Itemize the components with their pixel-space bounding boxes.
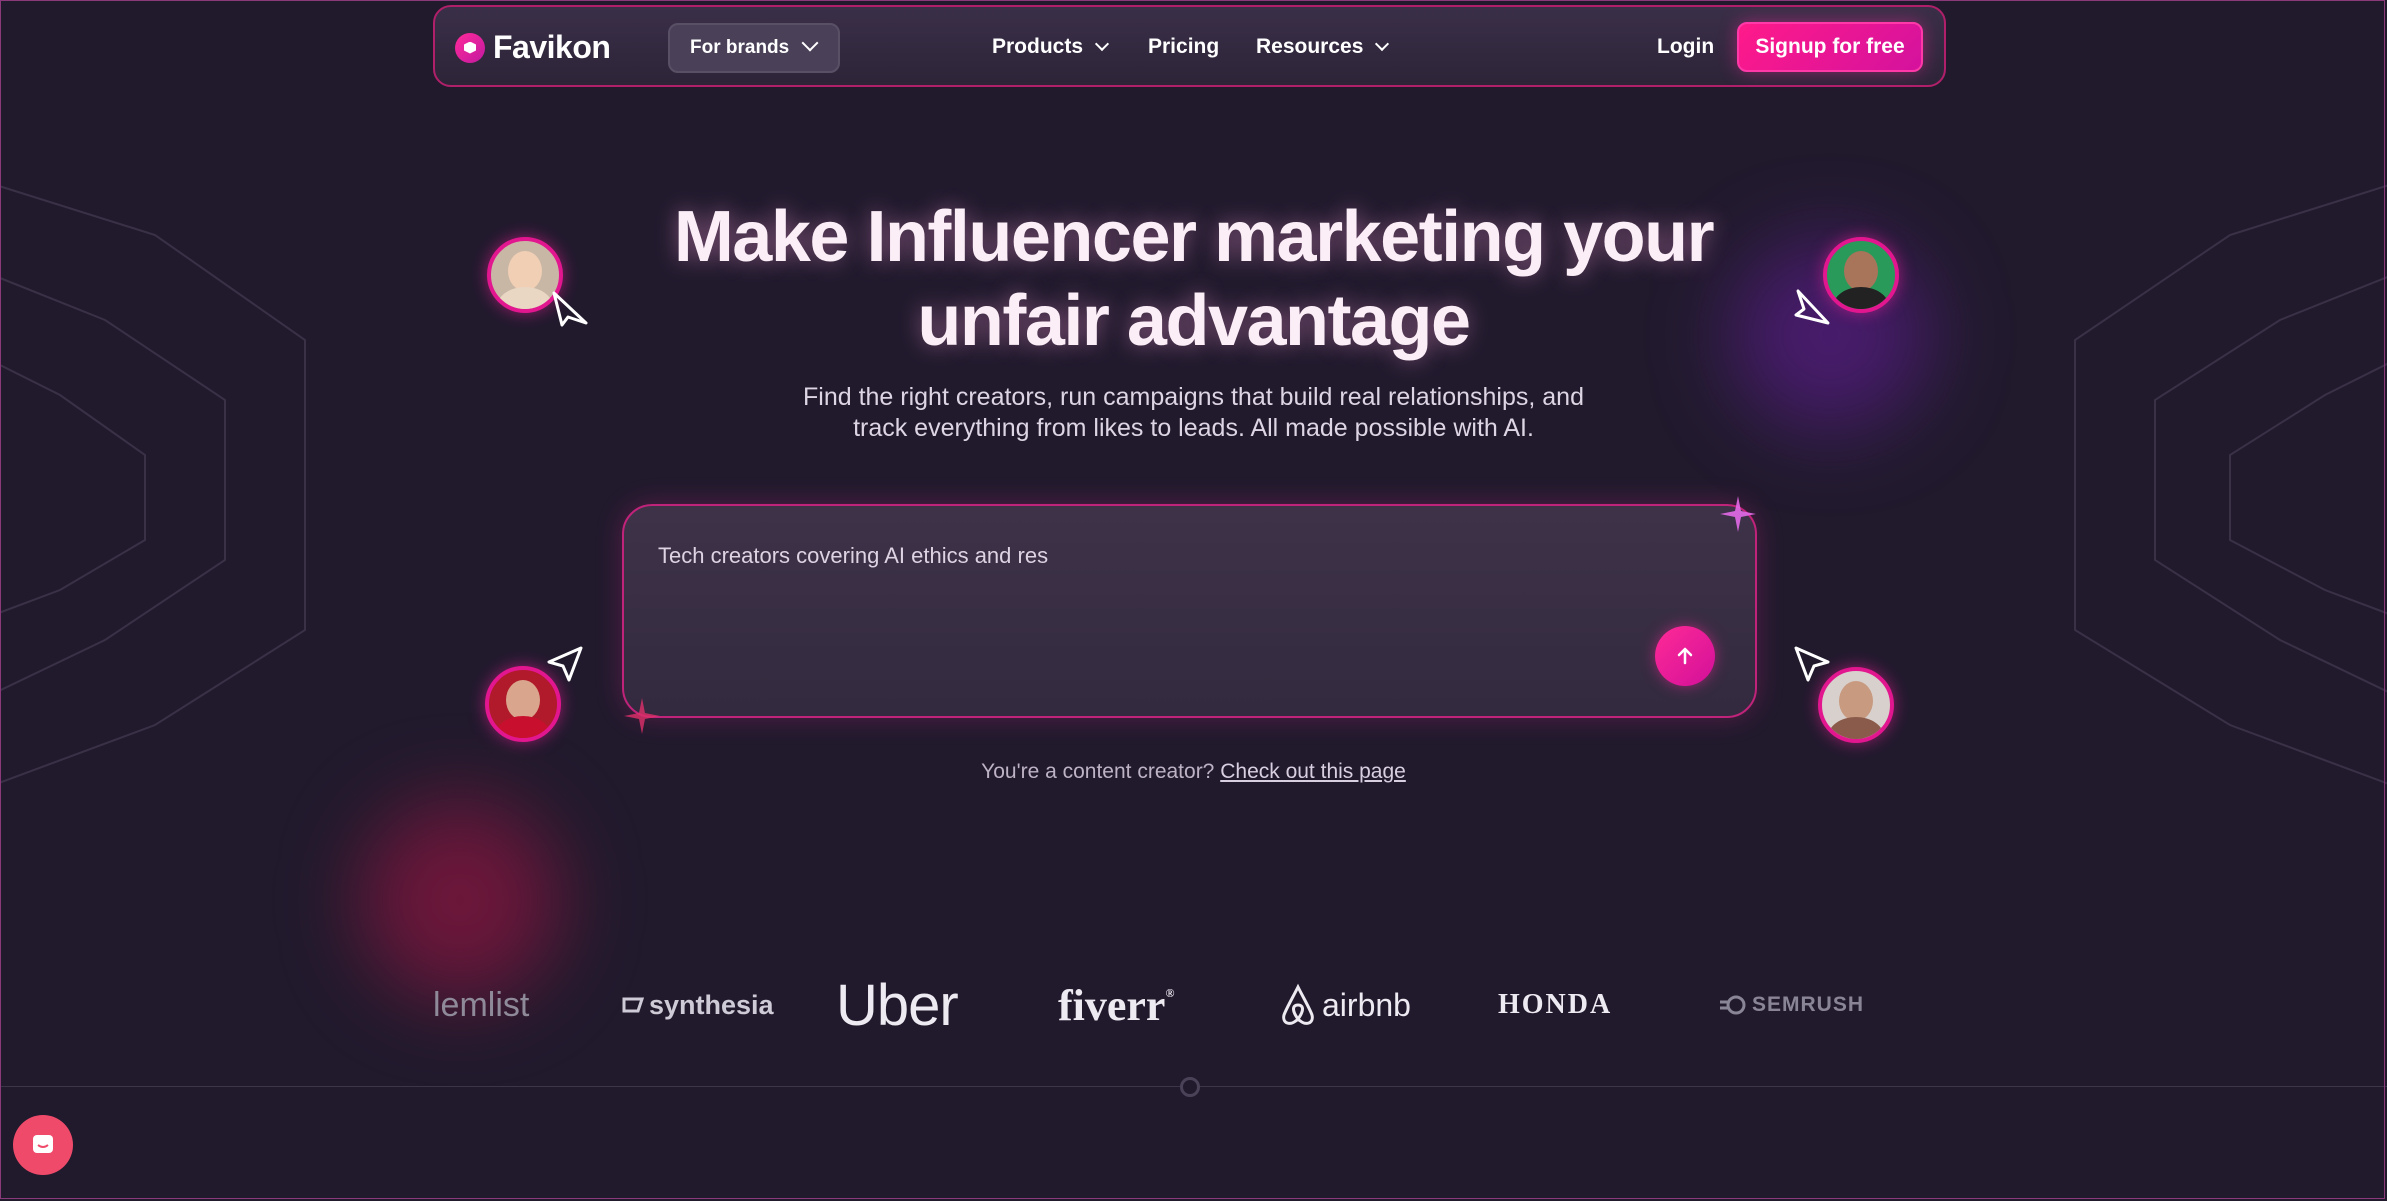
nav-products-label: Products bbox=[992, 35, 1084, 58]
cursor-arrow-icon bbox=[1794, 646, 1830, 682]
audience-select[interactable]: For brands bbox=[668, 23, 840, 73]
logo[interactable]: Favikon bbox=[455, 29, 611, 66]
cursor-arrow-icon bbox=[552, 291, 588, 327]
creator-search-box[interactable]: Tech creators covering AI ethics and res bbox=[622, 504, 1757, 718]
chat-widget-button[interactable] bbox=[13, 1115, 73, 1175]
divider-dot bbox=[1180, 1077, 1200, 1097]
creator-prompt-text: You're a content creator? bbox=[981, 760, 1215, 783]
logo-lemlist: lemlist bbox=[433, 985, 530, 1024]
logo-text: Favikon bbox=[493, 29, 611, 65]
chat-icon bbox=[33, 1135, 53, 1153]
chevron-down-icon bbox=[801, 34, 819, 52]
nav-resources[interactable]: Resources bbox=[1256, 35, 1390, 59]
sparkle-icon bbox=[1720, 496, 1756, 532]
creator-prompt: You're a content creator? Check out this… bbox=[0, 760, 2387, 784]
logo-honda: HONDA bbox=[1498, 989, 1613, 1020]
send-button[interactable] bbox=[1655, 626, 1715, 686]
logo-fiverr: fiverr ® bbox=[1058, 980, 1175, 1030]
cursor-arrow-icon bbox=[547, 646, 583, 682]
cursor-arrow-icon bbox=[1794, 289, 1830, 325]
nav-products[interactable]: Products bbox=[992, 35, 1110, 59]
chevron-down-icon bbox=[1375, 36, 1390, 52]
top-nav: Favikon For brands Products Pricing Reso… bbox=[433, 5, 1946, 87]
audience-select-label: For brands bbox=[690, 37, 790, 58]
sparkle-icon bbox=[624, 698, 660, 734]
logo-airbnb: airbnb bbox=[1278, 970, 1411, 1040]
hero-title-line2: unfair advantage bbox=[917, 281, 1471, 361]
chevron-down-icon bbox=[1094, 36, 1110, 52]
nav-resources-label: Resources bbox=[1256, 35, 1364, 58]
hero-title: Make Influencer marketing your unfair ad… bbox=[0, 195, 2387, 363]
airbnb-mark-icon bbox=[1282, 983, 1314, 1025]
hero-subtitle-line1: Find the right creators, run campaigns t… bbox=[803, 383, 1584, 411]
logo-synthesia: synthesia bbox=[621, 970, 774, 1040]
logo-semrush: SEMRUSH bbox=[1718, 970, 1864, 1040]
favikon-logo-icon bbox=[455, 32, 485, 63]
login-link[interactable]: Login bbox=[1657, 35, 1714, 59]
hero-subtitle-line2: track everything from likes to leads. Al… bbox=[853, 414, 1534, 442]
synthesia-mark-icon bbox=[622, 997, 645, 1013]
creator-page-link[interactable]: Check out this page bbox=[1220, 760, 1406, 783]
nav-pricing[interactable]: Pricing bbox=[1148, 35, 1219, 59]
customer-logos: lemlist synthesia Uber fiverr ® airbnb H… bbox=[433, 970, 1946, 1040]
signup-button[interactable]: Signup for free bbox=[1737, 22, 1923, 72]
logo-uber: Uber bbox=[836, 972, 959, 1038]
nav-pricing-label: Pricing bbox=[1148, 35, 1220, 58]
creator-search-input[interactable]: Tech creators covering AI ethics and res bbox=[658, 543, 1048, 569]
arrow-up-icon bbox=[1677, 647, 1693, 665]
hero-title-line1: Make Influencer marketing your bbox=[673, 197, 1715, 277]
semrush-mark-icon bbox=[1720, 995, 1746, 1015]
hero-subtitle: Find the right creators, run campaigns t… bbox=[0, 382, 2387, 444]
